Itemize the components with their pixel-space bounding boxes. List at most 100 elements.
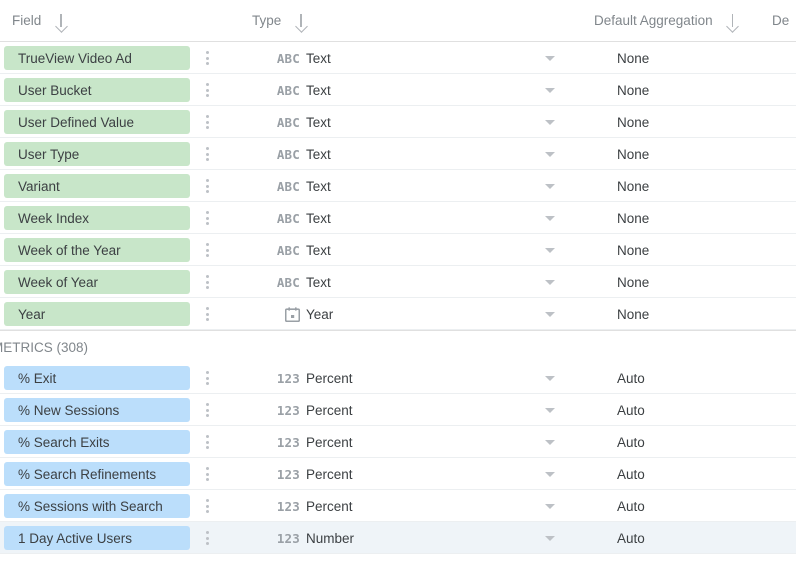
chevron-down-icon[interactable]	[545, 152, 555, 157]
table-row[interactable]: Week of Year ABC Text None	[0, 266, 796, 298]
type-value[interactable]: Text	[306, 106, 331, 138]
chevron-down-icon[interactable]	[545, 184, 555, 189]
type-value[interactable]: Text	[306, 170, 331, 202]
row-menu-icon[interactable]	[200, 272, 214, 292]
aggregation-value[interactable]: Auto	[617, 458, 645, 490]
field-chip[interactable]: Variant	[4, 174, 190, 198]
field-chip[interactable]: User Type	[4, 142, 190, 166]
table-row[interactable]: % Sessions with Search 123 Percent Auto	[0, 490, 796, 522]
aggregation-value[interactable]: Auto	[617, 362, 645, 394]
aggregation-value[interactable]: None	[617, 42, 649, 74]
chevron-down-icon[interactable]	[545, 248, 555, 253]
chevron-down-icon[interactable]	[545, 472, 555, 477]
aggregation-value[interactable]: None	[617, 170, 649, 202]
type-value[interactable]: Year	[306, 298, 333, 330]
aggregation-value[interactable]: None	[617, 138, 649, 170]
type-value[interactable]: Text	[306, 234, 331, 266]
aggregation-value[interactable]: Auto	[617, 490, 645, 522]
table-row[interactable]: Variant ABC Text None	[0, 170, 796, 202]
table-row[interactable]: Year Year None	[0, 298, 796, 330]
field-chip[interactable]: 1 Day Active Users	[4, 526, 190, 550]
metrics-section-header: METRICS (308)	[0, 330, 796, 362]
row-menu-icon[interactable]	[200, 80, 214, 100]
column-header-default-aggregation[interactable]: Default Aggregation	[594, 0, 740, 42]
type-value[interactable]: Percent	[306, 458, 353, 490]
chevron-down-icon[interactable]	[545, 56, 555, 61]
chevron-down-icon[interactable]	[545, 376, 555, 381]
aggregation-value[interactable]: None	[617, 298, 649, 330]
sort-down-arrow-icon[interactable]	[726, 13, 740, 29]
chevron-down-icon[interactable]	[545, 120, 555, 125]
field-chip[interactable]: Week of the Year	[4, 238, 190, 262]
type-value[interactable]: Text	[306, 42, 331, 74]
type-value[interactable]: Text	[306, 138, 331, 170]
row-menu-icon[interactable]	[200, 528, 214, 548]
type-value[interactable]: Percent	[306, 490, 353, 522]
chevron-down-icon[interactable]	[545, 312, 555, 317]
chevron-down-icon[interactable]	[545, 408, 555, 413]
table-row[interactable]: User Defined Value ABC Text None	[0, 106, 796, 138]
field-chip[interactable]: User Defined Value	[4, 110, 190, 134]
abc-icon: ABC	[264, 74, 300, 106]
table-row[interactable]: % Search Refinements 123 Percent Auto	[0, 458, 796, 490]
row-menu-icon[interactable]	[200, 496, 214, 516]
aggregation-value[interactable]: None	[617, 74, 649, 106]
type-value[interactable]: Percent	[306, 426, 353, 458]
aggregation-value[interactable]: None	[617, 234, 649, 266]
field-chip[interactable]: % Exit	[4, 366, 190, 390]
table-row[interactable]: User Bucket ABC Text None	[0, 74, 796, 106]
field-chip[interactable]: TrueView Video Ad	[4, 46, 190, 70]
aggregation-value[interactable]: None	[617, 202, 649, 234]
table-row[interactable]: % Exit 123 Percent Auto	[0, 362, 796, 394]
type-value[interactable]: Text	[306, 202, 331, 234]
row-menu-icon[interactable]	[200, 48, 214, 68]
field-chip[interactable]: Week Index	[4, 206, 190, 230]
chevron-down-icon[interactable]	[545, 216, 555, 221]
column-header-description[interactable]: De	[772, 0, 789, 42]
field-chip[interactable]: % Search Refinements	[4, 462, 190, 486]
aggregation-value[interactable]: Auto	[617, 522, 645, 554]
type-value[interactable]: Text	[306, 266, 331, 298]
aggregation-value[interactable]: Auto	[617, 394, 645, 426]
row-menu-icon[interactable]	[200, 176, 214, 196]
field-chip[interactable]: % Search Exits	[4, 430, 190, 454]
row-menu-icon[interactable]	[200, 112, 214, 132]
column-header-field[interactable]: Field	[12, 0, 68, 42]
chevron-down-icon[interactable]	[545, 440, 555, 445]
type-value[interactable]: Text	[306, 74, 331, 106]
row-menu-icon[interactable]	[200, 400, 214, 420]
field-chip[interactable]: Week of Year	[4, 270, 190, 294]
table-row[interactable]: Week Index ABC Text None	[0, 202, 796, 234]
table-row[interactable]: % New Sessions 123 Percent Auto	[0, 394, 796, 426]
chevron-down-icon[interactable]	[545, 504, 555, 509]
field-chip[interactable]: User Bucket	[4, 78, 190, 102]
type-value[interactable]: Number	[306, 522, 354, 554]
row-menu-icon[interactable]	[200, 464, 214, 484]
type-value[interactable]: Percent	[306, 394, 353, 426]
chevron-down-icon[interactable]	[545, 280, 555, 285]
table-row[interactable]: User Type ABC Text None	[0, 138, 796, 170]
column-header-type[interactable]: Type	[252, 0, 308, 42]
chevron-down-icon[interactable]	[545, 88, 555, 93]
field-chip[interactable]: Year	[4, 302, 190, 326]
sort-down-arrow-icon[interactable]	[294, 13, 308, 29]
row-menu-icon[interactable]	[200, 144, 214, 164]
row-menu-icon[interactable]	[200, 240, 214, 260]
table-row[interactable]: TrueView Video Ad ABC Text None	[0, 42, 796, 74]
type-value[interactable]: Percent	[306, 362, 353, 394]
row-menu-icon[interactable]	[200, 432, 214, 452]
field-chip[interactable]: % New Sessions	[4, 398, 190, 422]
row-menu-icon[interactable]	[200, 304, 214, 324]
sort-down-arrow-icon[interactable]	[54, 13, 68, 29]
aggregation-value[interactable]: None	[617, 106, 649, 138]
row-menu-icon[interactable]	[200, 368, 214, 388]
table-row[interactable]: Week of the Year ABC Text None	[0, 234, 796, 266]
abc-icon: ABC	[264, 42, 300, 74]
table-row[interactable]: % Search Exits 123 Percent Auto	[0, 426, 796, 458]
chevron-down-icon[interactable]	[545, 536, 555, 541]
table-row[interactable]: 1 Day Active Users 123 Number Auto	[0, 522, 796, 554]
row-menu-icon[interactable]	[200, 208, 214, 228]
aggregation-value[interactable]: Auto	[617, 426, 645, 458]
aggregation-value[interactable]: None	[617, 266, 649, 298]
field-chip[interactable]: % Sessions with Search	[4, 494, 190, 518]
